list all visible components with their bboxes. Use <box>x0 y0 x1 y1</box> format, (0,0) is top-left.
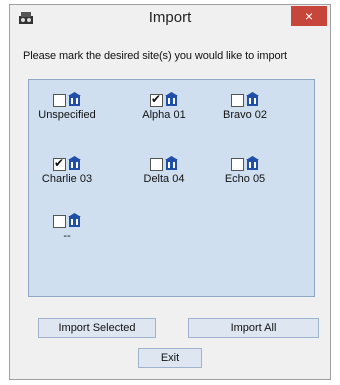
site-checkbox[interactable] <box>53 94 66 107</box>
building-icon <box>68 92 81 106</box>
site-item[interactable]: Delta 04 <box>132 156 196 185</box>
site-name: Charlie 03 <box>41 173 93 185</box>
building-icon <box>68 213 81 227</box>
exit-button[interactable]: Exit <box>138 348 202 368</box>
site-checkbox[interactable] <box>231 94 244 107</box>
import-selected-button[interactable]: Import Selected <box>38 318 156 338</box>
site-name: -- <box>63 230 71 242</box>
site-name: Unspecified <box>38 109 96 121</box>
check-mark: ✔ <box>54 156 65 170</box>
check-mark: ✔ <box>151 92 162 106</box>
site-checkbox[interactable]: ✔ <box>150 92 163 107</box>
site-checkbox[interactable] <box>150 158 163 171</box>
site-item[interactable]: ✔ Alpha 01 <box>132 92 196 121</box>
window-title: Import <box>148 9 192 26</box>
building-icon <box>246 156 259 170</box>
building-icon <box>68 156 81 170</box>
site-checkbox[interactable] <box>231 158 244 171</box>
title-bar: Import × <box>10 5 330 31</box>
site-item[interactable]: Unspecified <box>35 92 99 121</box>
building-icon <box>165 156 178 170</box>
site-item[interactable]: ✔ Charlie 03 <box>35 156 99 185</box>
instruction-text: Please mark the desired site(s) you woul… <box>23 50 288 62</box>
building-icon <box>165 92 178 106</box>
site-name: Bravo 02 <box>222 109 268 121</box>
close-button[interactable]: × <box>291 6 327 26</box>
import-all-button[interactable]: Import All <box>188 318 319 338</box>
site-item[interactable]: Echo 05 <box>213 156 277 185</box>
site-list-panel: Unspecified ✔ Alpha 01 Bravo 02 ✔ Charli… <box>28 79 315 297</box>
site-name: Delta 04 <box>143 173 185 185</box>
site-name: Echo 05 <box>224 173 266 185</box>
import-dialog: Import × Please mark the desired site(s)… <box>9 4 331 380</box>
site-item[interactable]: Bravo 02 <box>213 92 277 121</box>
site-item[interactable]: -- <box>35 213 99 242</box>
building-icon <box>246 92 259 106</box>
site-checkbox[interactable] <box>53 215 66 228</box>
site-name: Alpha 01 <box>142 109 186 121</box>
site-checkbox[interactable]: ✔ <box>53 156 66 171</box>
